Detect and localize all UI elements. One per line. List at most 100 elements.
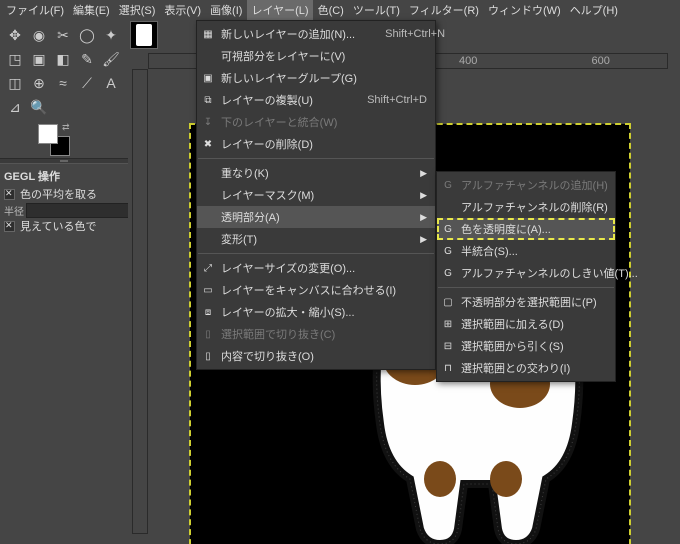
menu-item-label: アルファチャンネルの削除(R) <box>461 199 608 215</box>
menu-item-label: 変形(T) <box>221 231 257 247</box>
menu-item-label: アルファチャンネルのしきい値(T)... <box>461 265 638 281</box>
menu-tools[interactable]: ツール(T) <box>349 0 404 20</box>
menu-item-visible-to-layer[interactable]: 可視部分をレイヤーに(V) <box>197 45 435 67</box>
gegl-panel: GEGL 操作 色の平均を取る 半径 ▴▾ 見えている色で <box>0 164 128 236</box>
tool-pencil-icon[interactable]: ✎ <box>76 48 98 70</box>
tool-text-icon[interactable]: A <box>100 72 122 94</box>
menu-item-label: 可視部分をレイヤーに(V) <box>221 48 345 64</box>
image-tab-thumbnail[interactable] <box>130 21 158 49</box>
menu-item-new-layer[interactable]: ▦ 新しいレイヤーの追加(N)... Shift+Ctrl+N <box>197 23 435 45</box>
menu-item-crop-selection: ▯ 選択範囲で切り抜き(C) <box>197 323 435 345</box>
menu-item-layer-resize[interactable]: ⤢ レイヤーサイズの変更(O)... <box>197 257 435 279</box>
menu-item-label: レイヤーの複製(U) <box>221 92 313 108</box>
menu-colors[interactable]: 色(C) <box>314 0 348 20</box>
menu-item-stack[interactable]: 重なり(K) ▶ <box>197 162 435 184</box>
menu-item-opaque-to-selection[interactable]: ▢ 不透明部分を選択範囲に(P) <box>437 291 615 313</box>
menu-item-mask[interactable]: レイヤーマスク(M) ▶ <box>197 184 435 206</box>
menu-item-subtract-selection[interactable]: ⊟ 選択範囲から引く(S) <box>437 335 615 357</box>
gegl-op-checkbox[interactable] <box>4 189 15 200</box>
tool-eraser-icon[interactable]: ◫ <box>4 72 26 94</box>
menu-item-transparency[interactable]: 透明部分(A) ▶ <box>197 206 435 228</box>
menu-item-duplicate-layer[interactable]: ⧉ レイヤーの複製(U) Shift+Ctrl+D <box>197 89 435 111</box>
tool-crop-icon[interactable]: ◳ <box>4 48 26 70</box>
ruler-mark: 400 <box>459 55 477 67</box>
resize-icon: ⤢ <box>201 263 215 274</box>
gegl-icon: G <box>441 268 455 279</box>
tool-move-icon[interactable]: ✥ <box>4 24 26 46</box>
menu-item-semi-flatten[interactable]: G 半統合(S)... <box>437 240 615 262</box>
chevron-right-icon: ▶ <box>390 168 427 179</box>
menu-item-label: 選択範囲から引く(S) <box>461 338 564 354</box>
gegl-icon: G <box>441 246 455 257</box>
menu-filters[interactable]: フィルター(R) <box>405 0 483 20</box>
menu-item-scale-layer[interactable]: ⧈ レイヤーの拡大・縮小(S)... <box>197 301 435 323</box>
menu-item-delete-layer[interactable]: ✖ レイヤーの削除(D) <box>197 133 435 155</box>
tool-measure-icon[interactable]: ⊿ <box>4 96 26 118</box>
menu-item-transform[interactable]: 変形(T) ▶ <box>197 228 435 250</box>
menu-item-label: 新しいレイヤーの追加(N)... <box>221 26 355 42</box>
tool-zoom-icon[interactable]: 🔍 <box>28 96 50 118</box>
menu-item-new-group[interactable]: ▣ 新しいレイヤーグループ(G) <box>197 67 435 89</box>
selection-subtract-icon: ⊟ <box>441 341 455 352</box>
menu-item-color-to-alpha[interactable]: G 色を透明度に(A)... <box>437 218 615 240</box>
selection-replace-icon: ▢ <box>441 297 455 308</box>
scale-icon: ⧈ <box>201 307 215 318</box>
layer-menu: ▦ 新しいレイヤーの追加(N)... Shift+Ctrl+N 可視部分をレイヤ… <box>196 20 436 370</box>
menu-windows[interactable]: ウィンドウ(W) <box>484 0 565 20</box>
menu-item-label: レイヤーをキャンバスに合わせる(I) <box>221 282 396 298</box>
tool-brush-icon[interactable]: 🖌 <box>100 48 122 70</box>
menu-item-label: レイヤーサイズの変更(O)... <box>221 260 355 276</box>
tool-path-icon[interactable]: ⟋ <box>76 72 98 94</box>
menu-item-add-to-selection[interactable]: ⊞ 選択範囲に加える(D) <box>437 313 615 335</box>
menu-item-fit-canvas[interactable]: ▭ レイヤーをキャンバスに合わせる(I) <box>197 279 435 301</box>
gegl-op-label: 色の平均を取る <box>20 186 97 202</box>
menu-view[interactable]: 表示(V) <box>160 0 205 20</box>
gegl-visiblecolor-checkbox[interactable] <box>4 221 15 232</box>
tool-clone-icon[interactable]: ⊕ <box>28 72 50 94</box>
menu-item-label: 透明部分(A) <box>221 209 280 225</box>
menu-item-merge-down: ↧ 下のレイヤーと統合(W) <box>197 111 435 133</box>
menu-item-label: 選択範囲で切り抜き(C) <box>221 326 335 342</box>
gegl-icon: G <box>441 180 455 191</box>
menu-item-label: 半統合(S)... <box>461 243 518 259</box>
menu-item-add-alpha: G アルファチャンネルの追加(H) <box>437 174 615 196</box>
menu-item-remove-alpha[interactable]: アルファチャンネルの削除(R) <box>437 196 615 218</box>
menu-item-crop-content[interactable]: ▯ 内容で切り抜き(O) <box>197 345 435 367</box>
delete-icon: ✖ <box>201 139 215 150</box>
chevron-right-icon: ▶ <box>390 212 427 223</box>
menu-separator <box>198 158 434 159</box>
tool-smudge-icon[interactable]: ≈ <box>52 72 74 94</box>
menu-select[interactable]: 選択(S) <box>115 0 160 20</box>
menu-image[interactable]: 画像(I) <box>206 0 246 20</box>
gegl-title: GEGL 操作 <box>4 166 124 186</box>
crop-content-icon: ▯ <box>201 351 215 362</box>
menu-item-label: レイヤーの削除(D) <box>221 136 313 152</box>
menu-layer[interactable]: レイヤー(L) <box>247 0 312 20</box>
swap-colors-icon[interactable]: ⇄ <box>62 122 70 133</box>
folder-icon: ▣ <box>201 73 215 84</box>
transparency-submenu: G アルファチャンネルの追加(H) アルファチャンネルの削除(R) G 色を透明… <box>436 171 616 382</box>
tool-bucket-icon[interactable]: ▣ <box>28 48 50 70</box>
tool-scissors-icon[interactable]: ✂ <box>52 24 74 46</box>
menu-item-label: レイヤーの拡大・縮小(S)... <box>221 304 355 320</box>
chevron-right-icon: ▶ <box>390 190 427 201</box>
tool-lasso-icon[interactable]: ◯ <box>76 24 98 46</box>
selection-intersect-icon: ⊓ <box>441 363 455 374</box>
tool-gradient-icon[interactable]: ◧ <box>52 48 74 70</box>
menu-item-label: 重なり(K) <box>221 165 269 181</box>
chevron-right-icon: ▶ <box>390 234 427 245</box>
menu-item-label: 選択範囲に加える(D) <box>461 316 564 332</box>
menu-separator <box>198 253 434 254</box>
color-swatches[interactable]: ⇄ <box>0 122 128 158</box>
gegl-icon: G <box>441 224 455 235</box>
menu-item-threshold-alpha[interactable]: G アルファチャンネルのしきい値(T)... <box>437 262 615 284</box>
menu-item-label: 選択範囲との交わり(I) <box>461 360 570 376</box>
foreground-color-swatch[interactable] <box>38 124 58 144</box>
menu-edit[interactable]: 編集(E) <box>69 0 114 20</box>
menu-file[interactable]: ファイル(F) <box>2 0 68 20</box>
menu-help[interactable]: ヘルプ(H) <box>566 0 622 20</box>
tool-eye-icon[interactable]: ◉ <box>28 24 50 46</box>
tool-wand-icon[interactable]: ✦ <box>100 24 122 46</box>
ruler-mark: 600 <box>592 55 610 67</box>
menu-item-intersect-selection[interactable]: ⊓ 選択範囲との交わり(I) <box>437 357 615 379</box>
